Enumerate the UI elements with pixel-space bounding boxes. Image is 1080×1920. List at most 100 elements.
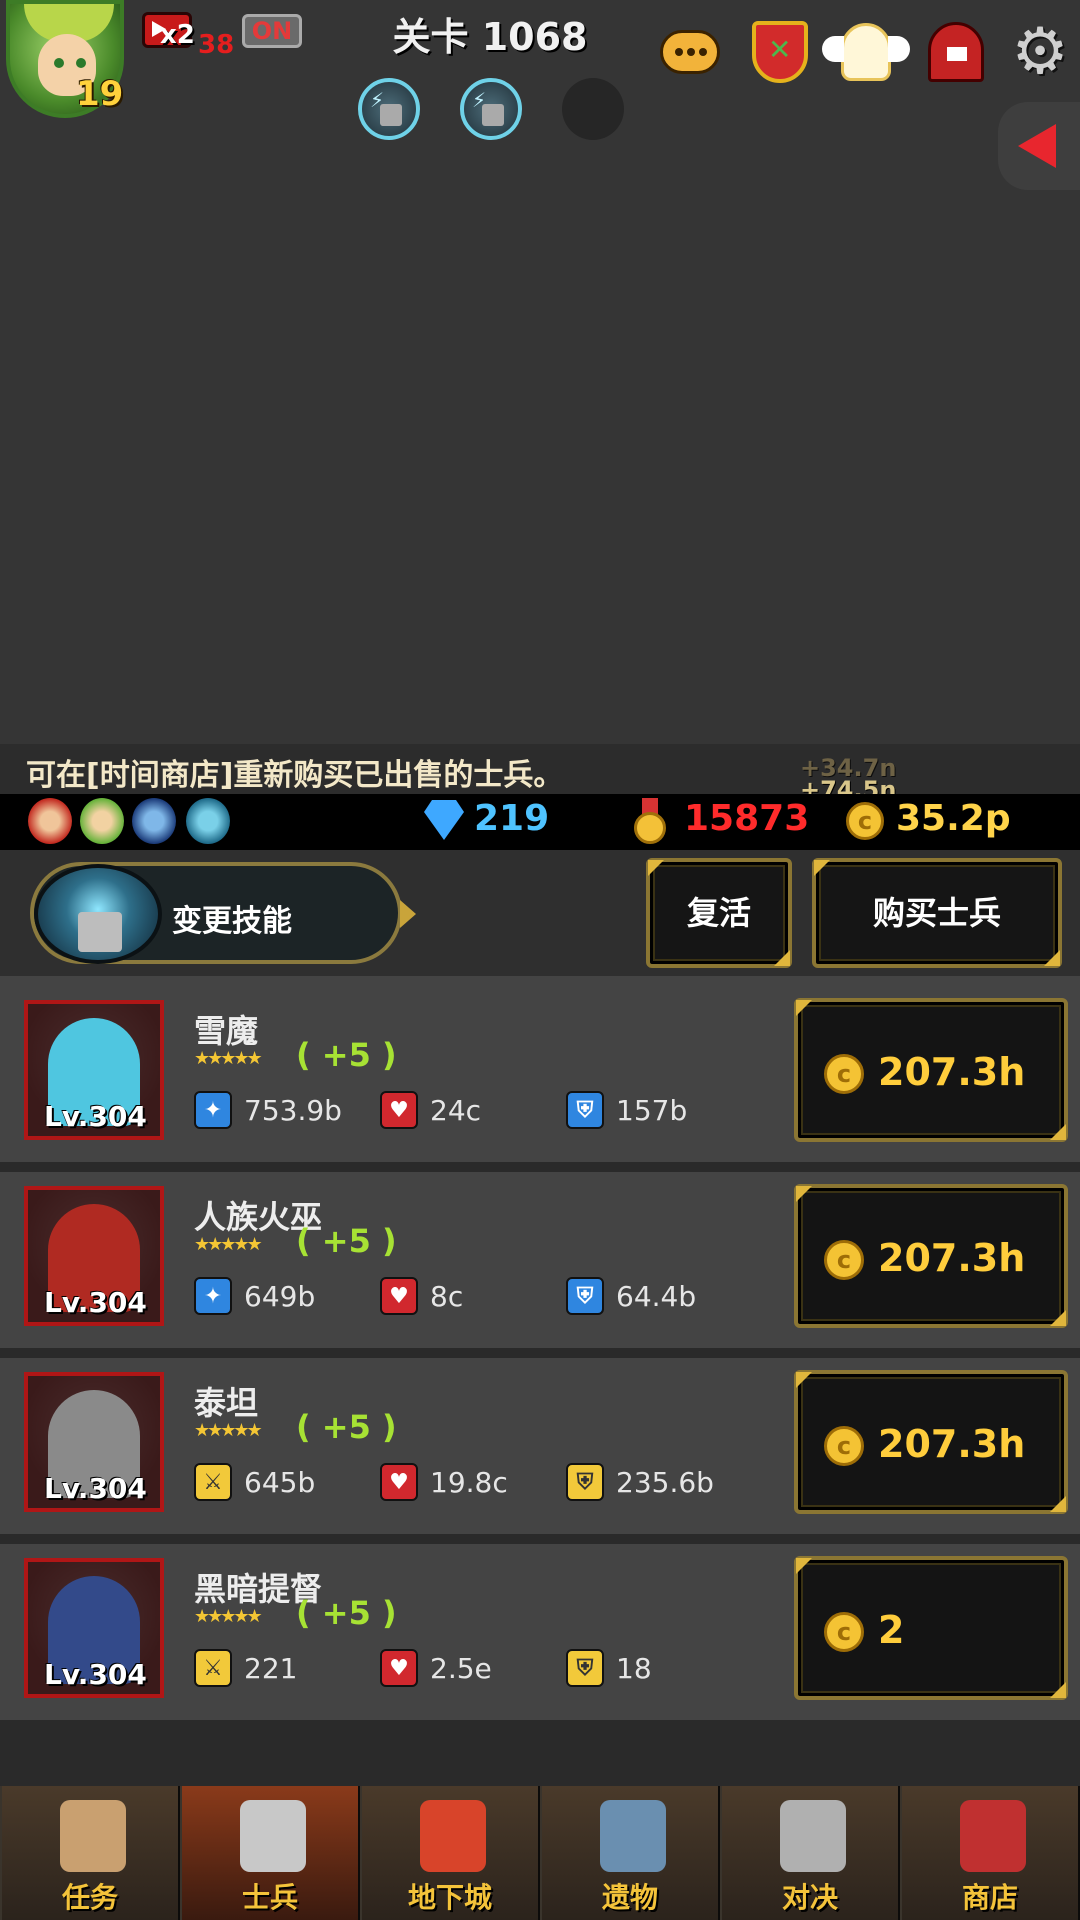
gold-count: 35.2p: [896, 798, 1011, 839]
soldier-row[interactable]: Lv.304 黑暗提督 ★★★★★( +5 ) ⚔ 221 ♥ 2.5e ⛨ 18 c 2: [0, 1544, 1080, 1720]
skill-slot-empty[interactable]: [562, 78, 624, 140]
change-skill-label: 变更技能: [172, 904, 292, 939]
upgrade-price: 207.3h: [878, 1050, 1026, 1094]
hero-portrait-icon[interactable]: [28, 798, 72, 844]
upgrade-price-button[interactable]: c2: [794, 1556, 1068, 1700]
attack-value: 753.9b: [244, 1093, 342, 1127]
gold-coin-icon: c: [846, 802, 884, 840]
soldier-bonus: ( +5 ): [296, 1222, 397, 1260]
hero-portrait-icon[interactable]: [132, 798, 176, 844]
attack-value: 649b: [244, 1279, 316, 1313]
quest-scroll-icon: [60, 1800, 126, 1872]
magic-staff-icon: ✦: [194, 1091, 232, 1129]
resource-bar: 219 15873 c 35.2p: [0, 794, 1080, 850]
soldier-row[interactable]: Lv.304 人族火巫 ★★★★★( +5 ) ✦ 649b ♥ 8c ⛨ 64.4b c 207.…: [0, 1172, 1080, 1348]
soldier-row[interactable]: Lv.304 泰坦 ★★★★★ ( +5 ) ⚔ 645b ♥ 19.8c ⛨ 235.6b c 20…: [0, 1358, 1080, 1534]
nav-tab-1[interactable]: 士兵: [180, 1786, 360, 1920]
buy-soldier-button[interactable]: 购买士兵: [812, 858, 1062, 968]
soldier-level: Lv.304: [44, 1658, 147, 1691]
star-rating-icon: ★★★★★: [194, 1606, 263, 1627]
defense-stat: ⛨ 157b: [566, 1090, 687, 1130]
attack-stat: ⚔ 645b: [194, 1462, 315, 1502]
tower-icon: [482, 104, 504, 126]
gold-coin-icon: c: [824, 1240, 864, 1280]
nav-tab-label: 地下城: [407, 1881, 492, 1914]
nav-tab-4[interactable]: 对决: [720, 1786, 900, 1920]
guild-shield-icon[interactable]: [746, 18, 814, 86]
revive-button[interactable]: 复活: [646, 858, 792, 968]
nav-tab-0[interactable]: 任务: [0, 1786, 180, 1920]
sword-icon: ⚔: [194, 1649, 232, 1687]
medal-count: 15873: [684, 798, 810, 839]
magic-staff-icon: ✦: [194, 1277, 232, 1315]
hero-portrait-icon[interactable]: [80, 798, 124, 844]
gear-icon[interactable]: ⚙: [1006, 18, 1074, 86]
soldier-bonus: ( +5 ): [296, 1036, 397, 1074]
star-rating-icon: ★★★★★: [194, 1048, 263, 1069]
heart-icon: ♥: [380, 1463, 418, 1501]
shield-icon: ⛨: [566, 1277, 604, 1315]
angel-icon[interactable]: [822, 18, 910, 86]
skill-slot-2[interactable]: ⚡: [460, 78, 522, 140]
side-panel-toggle[interactable]: [998, 102, 1080, 190]
attack-value: 221: [244, 1651, 298, 1685]
nav-tab-label: 士兵: [241, 1881, 298, 1914]
change-skill-button[interactable]: 变更技能: [30, 862, 416, 964]
hero-portrait-icon[interactable]: [186, 798, 230, 844]
auto-toggle[interactable]: ON: [242, 14, 302, 48]
attack-stat: ✦ 649b: [194, 1276, 315, 1316]
soldier-name: 泰坦: [194, 1384, 259, 1422]
dungeon-monster-icon: [420, 1800, 486, 1872]
nav-tab-5[interactable]: 商店: [900, 1786, 1080, 1920]
upgrade-price-button[interactable]: c 207.3h: [794, 998, 1068, 1142]
soldier-level: Lv.304: [44, 1286, 147, 1319]
defense-value: 235.6b: [616, 1465, 714, 1499]
health-stat: ♥ 24c: [380, 1090, 481, 1130]
action-row: 变更技能 复活 购买士兵: [0, 850, 1080, 976]
avatar-eye: [76, 58, 86, 68]
chat-bubble-icon[interactable]: [656, 18, 724, 86]
stage-title: 关卡 1068: [392, 15, 588, 59]
heart-icon: ♥: [380, 1649, 418, 1687]
star-rating-icon: ★★★★★: [194, 1420, 263, 1441]
crossed-swords-icon: [780, 1800, 846, 1872]
heart-icon: ♥: [380, 1091, 418, 1129]
soldier-level: Lv.304: [44, 1100, 147, 1133]
gold-coin-icon: c: [824, 1054, 864, 1094]
speed-multiplier: x2: [160, 20, 195, 50]
nav-tab-2[interactable]: 地下城: [360, 1786, 540, 1920]
defense-value: 18: [616, 1651, 652, 1685]
upgrade-price-button[interactable]: c 207.3h: [794, 1370, 1068, 1514]
top-bar: 19 x2 38 ON 关卡 1068 ⚡ ⚡ ⚙: [0, 0, 1080, 190]
health-stat: ♥ 19.8c: [380, 1462, 508, 1502]
health-value: 19.8c: [430, 1465, 508, 1499]
health-value: 8c: [430, 1279, 464, 1313]
diamond-icon: [424, 800, 464, 840]
speed-count: 38: [198, 30, 235, 60]
health-stat: ♥ 8c: [380, 1276, 463, 1316]
nav-tab-3[interactable]: 遗物: [540, 1786, 720, 1920]
soldier-helmet-icon: [240, 1800, 306, 1872]
player-level: 19: [76, 74, 124, 114]
sword-icon: ⚔: [194, 1463, 232, 1501]
defense-stat: ⛨ 64.4b: [566, 1276, 696, 1316]
attack-stat: ⚔ 221: [194, 1648, 297, 1688]
shop-icon: [960, 1800, 1026, 1872]
nav-tab-label: 任务: [61, 1881, 118, 1914]
soldier-row[interactable]: Lv.304 雪魔 ★★★★★ ( +5 ) ✦ 753.9b ♥ 24c ⛨ 157b c 207.…: [0, 986, 1080, 1162]
upgrade-price: 207.3h: [878, 1236, 1026, 1280]
soldier-bonus: ( +5 ): [296, 1594, 397, 1632]
skill-slot-1[interactable]: ⚡: [358, 78, 420, 140]
nav-tab-label: 遗物: [601, 1881, 658, 1914]
upgrade-price-button[interactable]: c 207.3h: [794, 1184, 1068, 1328]
avatar-eye: [54, 58, 64, 68]
soldier-level: Lv.304: [44, 1472, 147, 1505]
relic-orb-icon: [600, 1800, 666, 1872]
attack-value: 645b: [244, 1465, 316, 1499]
soldier-list[interactable]: Lv.304★★★★★( +5 )⚔2.1e♥33.5e⛨254.4dc207.…: [0, 976, 1080, 1786]
health-value: 2.5e: [430, 1651, 492, 1685]
attack-stat: ✦ 753.9b: [194, 1090, 342, 1130]
soldier-bonus: ( +5 ): [296, 1408, 397, 1446]
mailbox-icon[interactable]: [922, 18, 990, 86]
nav-tab-label: 对决: [781, 1881, 838, 1914]
